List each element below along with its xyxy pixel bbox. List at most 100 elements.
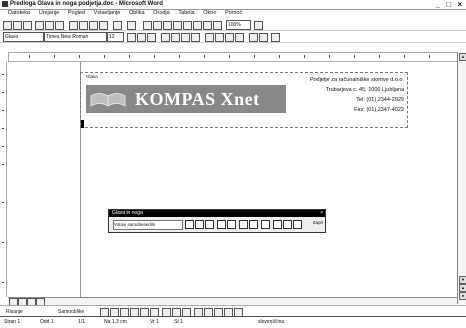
horizontal-scrollbar[interactable] xyxy=(8,297,457,306)
ruler-tick xyxy=(79,55,80,58)
redo-icon[interactable] xyxy=(127,21,136,30)
menu-tools[interactable]: Orodja xyxy=(153,10,170,16)
increase-indent-icon[interactable] xyxy=(235,33,244,42)
scroll-down-icon[interactable]: ▼ xyxy=(459,276,466,284)
autoshapes-menu[interactable]: Samooblike xyxy=(58,309,84,315)
ruler-tick xyxy=(54,55,55,58)
menu-format[interactable]: Oblika xyxy=(129,10,145,16)
ruler-tick xyxy=(204,55,205,58)
insert-table-icon[interactable] xyxy=(163,21,172,30)
ruler-tick xyxy=(254,55,255,58)
insert-excel-icon[interactable] xyxy=(173,21,182,30)
font-select[interactable]: Times New Roman xyxy=(44,32,107,42)
word-app-icon xyxy=(2,1,8,7)
decrease-indent-icon[interactable] xyxy=(225,33,234,42)
select-browse-object-icon[interactable]: ● xyxy=(459,292,466,300)
menu-view[interactable]: Pogled xyxy=(68,10,85,16)
horizontal-ruler[interactable] xyxy=(8,52,458,62)
header-label: Glava xyxy=(86,74,98,79)
show-next-icon[interactable] xyxy=(293,220,302,229)
underline-icon[interactable] xyxy=(147,33,156,42)
switch-header-footer-icon[interactable] xyxy=(273,220,282,229)
print-preview-icon[interactable] xyxy=(45,21,54,30)
help-icon[interactable] xyxy=(254,21,263,30)
scroll-up-icon[interactable]: ▲ xyxy=(459,53,466,61)
vertical-scrollbar[interactable]: ▲ ▼ ▲ ● xyxy=(457,52,466,304)
insert-date-icon[interactable] xyxy=(217,220,226,229)
paste-icon[interactable] xyxy=(89,21,98,30)
formatting-toolbar: Glava Times New Roman 12 xyxy=(0,31,466,43)
align-center-icon[interactable] xyxy=(171,33,180,42)
numbering-icon[interactable] xyxy=(205,33,214,42)
menu-edit[interactable]: Urejanje xyxy=(39,10,59,16)
status-position: Na 1,3 cm xyxy=(104,319,127,325)
spelling-icon[interactable] xyxy=(55,21,64,30)
show-previous-icon[interactable] xyxy=(283,220,292,229)
standard-toolbar: 100% xyxy=(0,19,466,31)
menu-file[interactable]: Datoteka xyxy=(8,10,30,16)
align-right-icon[interactable] xyxy=(181,33,190,42)
open-icon[interactable] xyxy=(13,21,22,30)
bold-icon[interactable] xyxy=(127,33,136,42)
copy-icon[interactable] xyxy=(79,21,88,30)
cut-icon[interactable] xyxy=(69,21,78,30)
ruler-mark xyxy=(2,202,4,203)
header-footer-toolbar-title[interactable]: Glava in noga × xyxy=(109,210,325,217)
menu-insert[interactable]: Vstavljanje xyxy=(94,10,121,16)
previous-page-icon[interactable]: ▲ xyxy=(459,284,466,292)
number-of-pages-icon[interactable] xyxy=(195,220,204,229)
ruler-mark xyxy=(2,164,4,165)
insert-time-icon[interactable] xyxy=(227,220,236,229)
status-language: slovenščina xyxy=(258,319,285,325)
font-color-icon[interactable] xyxy=(271,33,280,42)
highlight-icon[interactable] xyxy=(259,33,268,42)
zoom-select[interactable]: 100% xyxy=(226,20,251,30)
justify-icon[interactable] xyxy=(191,33,200,42)
same-as-previous-icon[interactable] xyxy=(261,220,270,229)
undo-icon[interactable] xyxy=(113,21,122,30)
format-page-number-icon[interactable] xyxy=(205,220,214,229)
vertical-ruler[interactable] xyxy=(0,62,7,297)
show-hide-icon[interactable] xyxy=(213,21,222,30)
drawing-icon[interactable] xyxy=(193,21,202,30)
show-hide-document-text-icon[interactable] xyxy=(249,220,258,229)
header-line-phone: Tel: (01) 2344-2929 xyxy=(356,97,404,103)
draw-menu[interactable]: Risanje xyxy=(6,309,23,315)
window-title: Predloga Glava in noga podjetja.doc - Mi… xyxy=(10,1,163,7)
bullets-icon[interactable] xyxy=(215,33,224,42)
ruler-tick xyxy=(129,55,130,58)
ruler-tick xyxy=(404,55,405,58)
status-pages: 1/1 xyxy=(78,319,85,325)
status-bar: Stran 1 Odd 1 1/1 Na 1,3 cm Vr 1 St 1 sl… xyxy=(0,316,466,328)
columns-icon[interactable] xyxy=(183,21,192,30)
italic-icon[interactable] xyxy=(137,33,146,42)
save-icon[interactable] xyxy=(23,21,32,30)
ruler-tick xyxy=(329,55,330,58)
menu-table[interactable]: Tabela xyxy=(178,10,194,16)
style-select[interactable]: Glava xyxy=(3,32,44,42)
logo-text: KOMPAS Xnet xyxy=(135,89,260,109)
menu-help[interactable]: Pomoč xyxy=(225,10,242,16)
header-line-fax: Fax: (01) 2347-4022 xyxy=(354,107,404,113)
window-controls[interactable]: _ □ × xyxy=(436,0,464,9)
page-number-icon[interactable] xyxy=(185,220,194,229)
header-line-address: Trubarjeva c. 45, 1000 Ljubljana xyxy=(325,87,404,93)
tables-borders-icon[interactable] xyxy=(153,21,162,30)
close-icon[interactable]: × xyxy=(320,210,323,217)
font-size-select[interactable]: 12 xyxy=(107,32,124,42)
title-bar: Predloga Glava in noga podjetja.doc - Mi… xyxy=(0,0,466,10)
print-icon[interactable] xyxy=(35,21,44,30)
ruler-mark xyxy=(2,74,4,75)
status-page: Stran 1 xyxy=(4,319,21,325)
status-line: Vr 1 xyxy=(150,319,159,325)
align-left-icon[interactable] xyxy=(161,33,170,42)
borders-icon[interactable] xyxy=(249,33,258,42)
menu-window[interactable]: Okno xyxy=(203,10,216,16)
page-setup-icon[interactable] xyxy=(239,220,248,229)
hyperlink-icon[interactable] xyxy=(143,21,152,30)
document-map-icon[interactable] xyxy=(203,21,212,30)
new-document-icon[interactable] xyxy=(3,21,12,30)
close-header-footer-button[interactable]: Zapri xyxy=(313,220,323,225)
format-painter-icon[interactable] xyxy=(99,21,108,30)
insert-autotext-button[interactable]: Vstavi samobesedilo xyxy=(113,220,183,230)
